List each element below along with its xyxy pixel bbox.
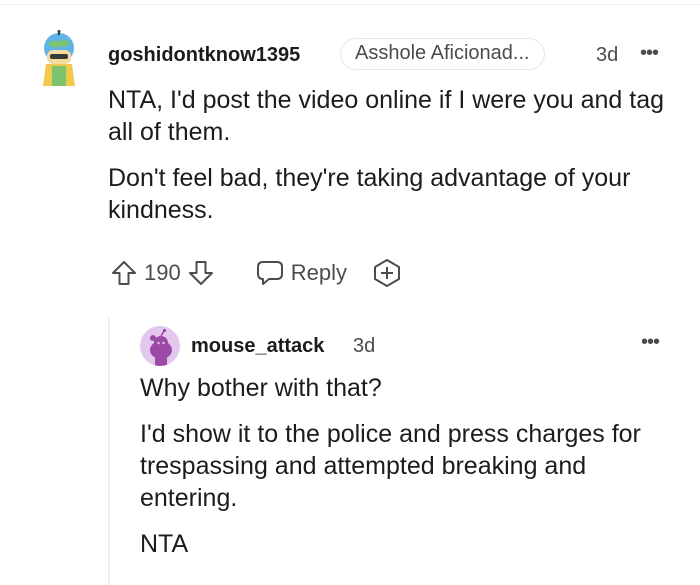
comment-body: NTA, I'd post the video online if I were… <box>108 84 688 240</box>
reply-button[interactable]: Reply <box>255 259 347 287</box>
vote-count: 190 <box>144 260 181 285</box>
comment-paragraph: Don't feel bad, they're taking advantage… <box>108 164 631 224</box>
speech-bubble-icon <box>256 261 283 285</box>
user-flair: Asshole Aficionad... <box>340 38 545 70</box>
comment-actions: 190 Reply <box>108 256 403 290</box>
reply-paragraph: I'd show it to the police and press char… <box>140 420 641 512</box>
reply-paragraph: NTA <box>140 530 189 558</box>
reply-paragraph: Why bother with that? <box>140 374 382 402</box>
arrow-up-icon <box>112 261 136 285</box>
user-avatar[interactable] <box>140 326 180 366</box>
reply-body: Why bother with that? I'd show it to the… <box>140 372 680 574</box>
award-button[interactable] <box>371 257 403 289</box>
snoo-avatar-icon <box>150 328 172 366</box>
comment-paragraph: NTA, I'd post the video online if I were… <box>108 86 665 146</box>
top-divider <box>0 4 700 5</box>
thread-line[interactable] <box>108 318 110 585</box>
comment-author[interactable]: goshidontknow1395 <box>108 42 300 68</box>
arrow-down-icon <box>188 261 213 285</box>
upvote-button[interactable] <box>108 257 140 289</box>
reply-timestamp: 3d <box>353 335 376 357</box>
more-options-icon[interactable]: ••• <box>640 40 659 66</box>
downvote-button[interactable] <box>185 257 217 289</box>
award-plus-icon <box>373 259 400 287</box>
user-avatar[interactable] <box>34 30 84 86</box>
more-options-icon[interactable]: ••• <box>641 329 660 355</box>
comment-timestamp: 3d <box>596 44 619 66</box>
reply-label: Reply <box>290 260 347 285</box>
reply-author[interactable]: mouse_attack <box>191 333 324 359</box>
